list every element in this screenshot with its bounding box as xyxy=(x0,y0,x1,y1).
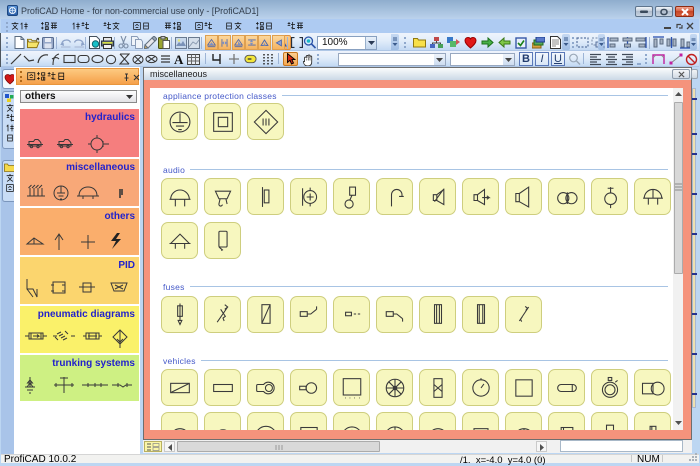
svg-text:A: A xyxy=(174,53,184,65)
